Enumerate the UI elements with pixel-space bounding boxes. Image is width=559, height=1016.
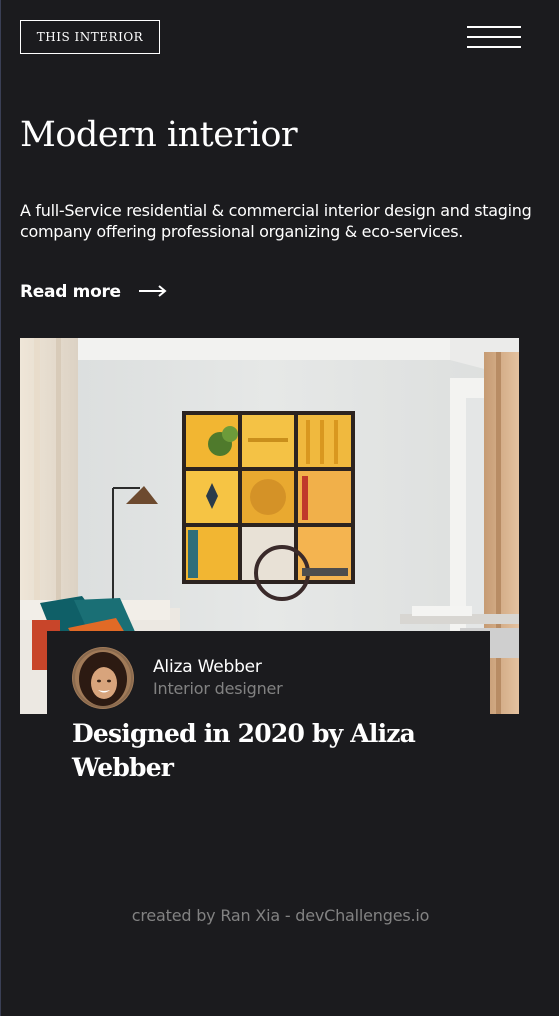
page-title: Modern interior [20, 115, 298, 155]
arrow-right-icon [138, 282, 167, 302]
logo[interactable]: THIS INTERIOR [20, 20, 160, 54]
read-more-label: Read more [20, 282, 121, 302]
author-role: Interior designer [153, 679, 283, 698]
avatar [72, 647, 134, 709]
hamburger-menu-icon[interactable] [467, 26, 523, 50]
read-more-link[interactable]: Read more [20, 282, 167, 302]
author-name: Aliza Webber [153, 657, 262, 677]
logo-text: THIS INTERIOR [36, 30, 144, 44]
footer-credit: created by Ran Xia - devChallenges.io [131, 906, 430, 925]
card-headline: Designed in 2020 by Aliza Webber [72, 719, 416, 782]
hero-description: A full-Service residential & commercial … [20, 201, 532, 241]
author-card: Aliza Webber Interior designer Designed … [47, 631, 490, 800]
